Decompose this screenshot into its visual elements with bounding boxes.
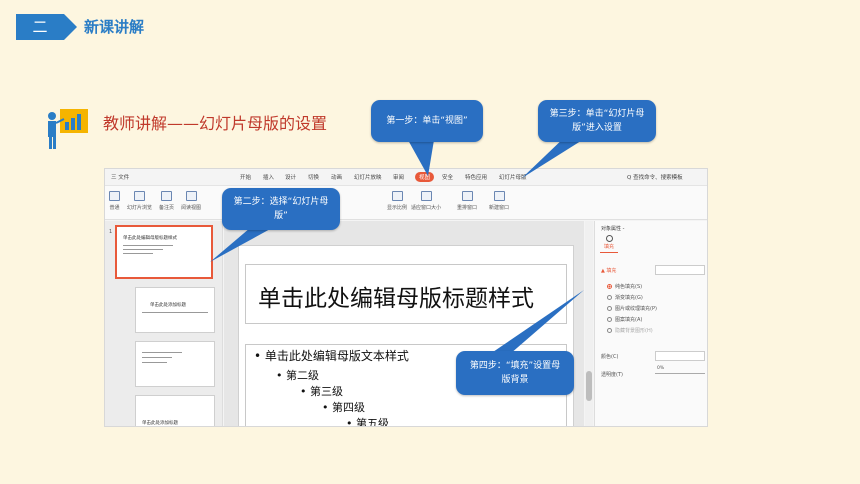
menu-file[interactable]: 三 文件 bbox=[111, 173, 129, 181]
new-window-button[interactable]: 新建窗口 bbox=[489, 191, 509, 211]
slide-sorter-button[interactable]: 幻灯片浏览 bbox=[127, 191, 152, 211]
radio-solid-fill[interactable]: 纯色填充(S) bbox=[607, 283, 642, 290]
menu-transition[interactable]: 切换 bbox=[308, 173, 319, 181]
section-arrow-icon bbox=[64, 14, 77, 40]
fill-section-heading[interactable]: ▲ 填充 bbox=[601, 267, 616, 274]
fit-window-icon bbox=[420, 191, 432, 201]
tab-fill[interactable]: 填充 bbox=[602, 235, 616, 250]
panel-title: 对象属性 - bbox=[601, 226, 625, 232]
notes-page-icon bbox=[161, 191, 172, 201]
callout-step1: 第一步：单击“视图” bbox=[371, 100, 483, 142]
menu-security[interactable]: 安全 bbox=[442, 173, 453, 181]
thumbnail-layout-content[interactable] bbox=[135, 341, 215, 387]
fit-window-button[interactable]: 适应窗口大小 bbox=[411, 191, 441, 211]
checkbox-hide-background[interactable]: 隐藏背景图形(H) bbox=[607, 327, 653, 334]
text-level-5: • 第五级 bbox=[346, 417, 389, 427]
arrange-windows-button[interactable]: 重排窗口 bbox=[457, 191, 477, 211]
menu-design[interactable]: 设计 bbox=[285, 173, 296, 181]
radio-gradient-fill[interactable]: 渐变填充(G) bbox=[607, 294, 643, 301]
slide-canvas: 单击此处编辑母版标题样式 • 单击此处编辑母版文本样式 • 第二级 • 第三级 … bbox=[224, 221, 584, 427]
color-select[interactable] bbox=[655, 351, 705, 361]
callout-step3: 第三步：单击“幻灯片母版”进入设置 bbox=[538, 100, 656, 142]
menu-animation[interactable]: 动画 bbox=[331, 173, 342, 181]
thumbnail-layout-title[interactable]: 单击此处添加标题 bbox=[135, 287, 215, 333]
normal-view-icon bbox=[109, 191, 120, 201]
menu-bar: 三 文件 开始 插入 设计 切换 动画 幻灯片放映 审阅 视图 安全 特色应用 … bbox=[105, 169, 707, 186]
radio-picture-fill[interactable]: 图片或纹理填充(P) bbox=[607, 305, 657, 312]
teacher-board-icon bbox=[48, 109, 88, 149]
menu-slideshow[interactable]: 幻灯片放映 bbox=[354, 173, 382, 181]
text-level-4: • 第四级 bbox=[322, 401, 365, 414]
color-label: 颜色(C) bbox=[601, 354, 619, 360]
menu-home[interactable]: 开始 bbox=[240, 173, 251, 181]
zoom-icon bbox=[391, 191, 403, 201]
ribbon-toolbar: 普通 幻灯片浏览 备注页 阅读视图 显示比例 适应窗口大小 重排窗口 新建窗口 bbox=[105, 186, 707, 220]
menu-insert[interactable]: 插入 bbox=[263, 173, 274, 181]
slide-thumbnail-panel: 1 单击此处编辑母版标题样式 单击此处添加标题 单击此处添加标题 bbox=[105, 221, 223, 426]
thumbnail-layout-section[interactable]: 单击此处添加标题 bbox=[135, 395, 215, 426]
master-slide[interactable]: 单击此处编辑母版标题样式 • 单击此处编辑母版文本样式 • 第二级 • 第三级 … bbox=[238, 245, 574, 427]
reading-view-button[interactable]: 阅读视图 bbox=[181, 191, 201, 211]
fill-bucket-icon bbox=[605, 235, 613, 242]
title-placeholder[interactable]: 单击此处编辑母版标题样式 bbox=[245, 264, 567, 324]
slide-sorter-icon bbox=[134, 191, 145, 201]
transparency-label: 透明度(T) bbox=[601, 372, 623, 378]
transparency-value: 0% bbox=[657, 366, 665, 371]
text-level-3: • 第三级 bbox=[300, 385, 343, 398]
lesson-title: 教师讲解——幻灯片母版的设置 bbox=[103, 114, 328, 133]
menu-review[interactable]: 审阅 bbox=[393, 173, 404, 181]
vertical-scrollbar[interactable] bbox=[585, 221, 593, 426]
transparency-slider[interactable] bbox=[655, 373, 705, 374]
fill-type-select[interactable] bbox=[655, 265, 705, 275]
text-level-1: • 单击此处编辑母版文本样式 bbox=[254, 349, 409, 363]
callout-step2: 第二步：选择“幻灯片母版” bbox=[222, 188, 340, 230]
callout-step4: 第四步：“填充”设置母版背景 bbox=[456, 351, 574, 395]
section-title: 新课讲解 bbox=[84, 18, 145, 36]
normal-view-button[interactable]: 普通 bbox=[109, 191, 120, 211]
zoom-button[interactable]: 显示比例 bbox=[387, 191, 407, 211]
search-input[interactable]: Q 查找命令、搜索模板 bbox=[627, 173, 683, 181]
object-properties-panel: 对象属性 - 填充 ▲ 填充 纯色填充(S) 渐变填充(G) 图片或纹理填充(P… bbox=[594, 221, 707, 426]
notes-page-button[interactable]: 备注页 bbox=[159, 191, 174, 211]
reading-view-icon bbox=[185, 191, 197, 201]
menu-slide-master[interactable]: 幻灯片母版 bbox=[499, 173, 527, 181]
new-window-icon bbox=[493, 191, 505, 201]
radio-pattern-fill[interactable]: 图案填充(A) bbox=[607, 316, 642, 323]
section-number: 二 bbox=[16, 14, 64, 40]
menu-features[interactable]: 特色应用 bbox=[465, 173, 487, 181]
menu-view[interactable]: 视图 bbox=[415, 172, 435, 182]
thumbnail-master[interactable]: 1 单击此处编辑母版标题样式 bbox=[109, 225, 213, 279]
app-screenshot: 三 文件 开始 插入 设计 切换 动画 幻灯片放映 审阅 视图 安全 特色应用 … bbox=[104, 168, 708, 427]
arrange-windows-icon bbox=[461, 191, 473, 201]
text-level-2: • 第二级 bbox=[276, 369, 319, 382]
